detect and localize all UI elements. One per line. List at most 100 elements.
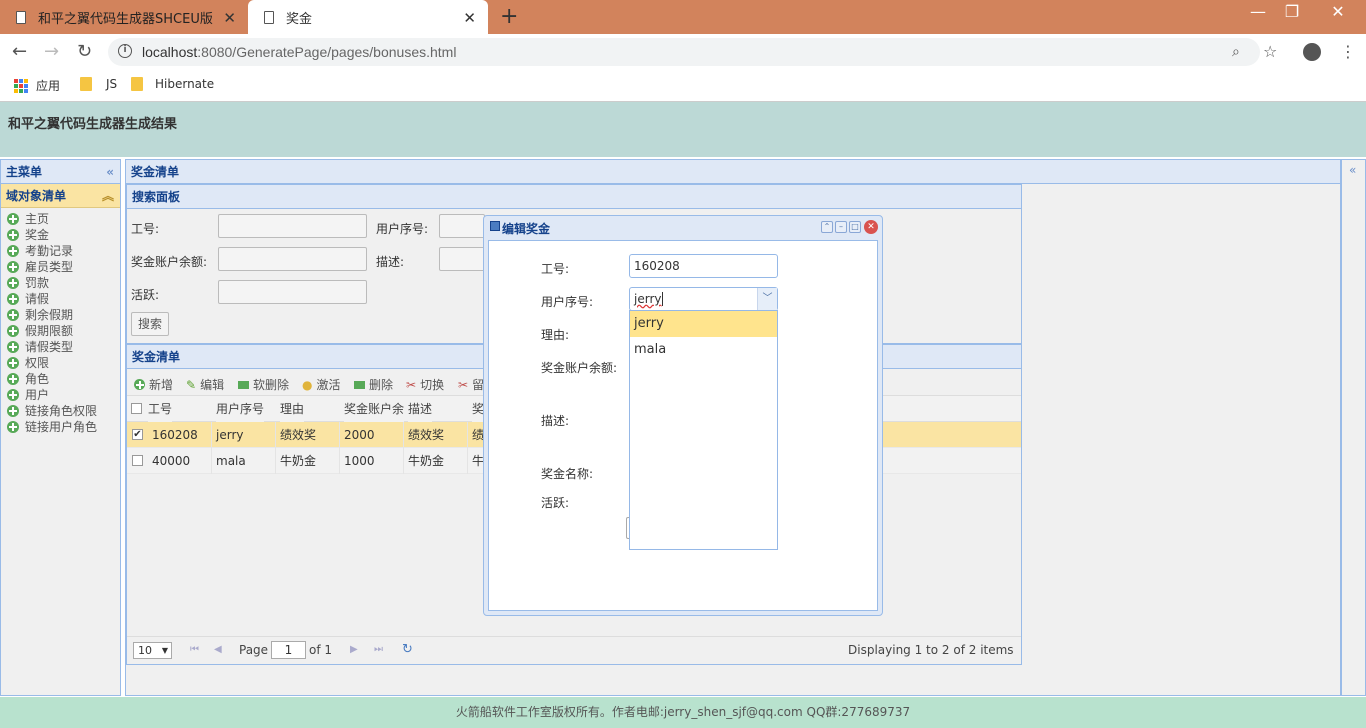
cell-desc: 牛奶金	[404, 448, 468, 474]
search-balance-input[interactable]	[218, 247, 367, 271]
empno-input[interactable]: 160208	[629, 254, 778, 278]
maximize-icon[interactable]: ❐	[1272, 0, 1312, 26]
bookmark-hibernate[interactable]: Hibernate	[131, 77, 214, 91]
col-desc[interactable]: 描述	[408, 396, 433, 422]
prev-page-icon[interactable]: ◀	[214, 644, 222, 655]
expand-right-icon[interactable]: «	[1349, 163, 1356, 177]
sidebar-item-label: 罚款	[25, 276, 50, 290]
dialog-title: 编辑奖金	[502, 222, 551, 236]
soft-delete-button[interactable]: 软删除	[238, 376, 289, 393]
toolbar-label: 新增	[149, 378, 174, 392]
sidebar-item-leave[interactable]: 请假	[1, 291, 120, 307]
sidebar-item-remaining-leave[interactable]: 剩余假期	[1, 307, 120, 323]
close-tab-icon[interactable]: ✕	[223, 9, 236, 27]
tab-title: 和平之翼代码生成器SHCEU版	[38, 11, 213, 27]
dropdown-option-mala[interactable]: mala	[630, 337, 777, 363]
sidebar-item-fine[interactable]: 罚款	[1, 275, 120, 291]
label-bonus-name: 奖金名称:	[541, 467, 594, 481]
search-user-input[interactable]	[439, 214, 485, 238]
plus-icon	[7, 357, 19, 369]
edit-button[interactable]: ✎ 编辑	[186, 376, 224, 393]
dropdown-arrow-icon[interactable]: ﹀	[757, 288, 777, 310]
sidebar-item-user[interactable]: 用户	[1, 387, 120, 403]
forward-icon[interactable]: →	[44, 41, 59, 62]
page-icon	[264, 10, 274, 24]
maximize-dialog-icon[interactable]: □	[849, 221, 861, 233]
refresh-icon[interactable]: ↻	[402, 642, 413, 657]
sidebar-item-home[interactable]: 主页	[1, 211, 120, 227]
add-button[interactable]: 新增	[134, 376, 173, 393]
row-checkbox[interactable]	[132, 455, 143, 466]
col-balance[interactable]: 奖金账户余	[344, 396, 405, 422]
url-rest: :8080/GeneratePage/pages/bonuses.html	[197, 44, 457, 60]
sidebar-item-label: 链接角色权限	[25, 404, 98, 418]
close-window-icon[interactable]: ✕	[1318, 0, 1358, 26]
collapse-icon[interactable]: ⌃	[821, 221, 833, 233]
col-empno[interactable]: 工号	[148, 396, 173, 422]
star-icon[interactable]: ☆	[1263, 42, 1277, 61]
user-combobox[interactable]: jerry ﹀	[629, 287, 778, 311]
browser-tab-generator[interactable]: 和平之翼代码生成器SHCEU版 ✕	[0, 0, 248, 34]
search-empno-input[interactable]	[218, 214, 367, 238]
first-page-icon[interactable]: ⏮	[190, 644, 199, 655]
cell-balance: 1000	[340, 448, 404, 474]
info-icon[interactable]: i	[118, 44, 132, 58]
menu-icon[interactable]: ⋮	[1340, 42, 1356, 61]
browser-tab-bonuses[interactable]: 奖金 ✕	[248, 0, 488, 34]
sidebar-item-leave-limit[interactable]: 假期限额	[1, 323, 120, 339]
back-icon[interactable]: ←	[12, 41, 27, 62]
collapse-up-icon[interactable]: ︽	[102, 184, 114, 208]
pencil-icon: ✎	[186, 377, 197, 392]
search-button[interactable]: 搜索	[131, 312, 170, 336]
last-page-icon[interactable]: ⏭	[374, 644, 383, 655]
bookmark-label: 应用	[36, 79, 61, 93]
plus-icon	[7, 325, 19, 337]
keep-button[interactable]: ✂ 留	[458, 376, 484, 393]
pager-display-text: Displaying 1 to 2 of 2 items	[848, 643, 1014, 657]
sidebar-item-link-user-role[interactable]: 链接用户角色	[1, 419, 120, 435]
minimize-dialog-icon[interactable]: –	[835, 221, 847, 233]
close-dialog-icon[interactable]: ✕	[864, 220, 878, 234]
dropdown-option-jerry[interactable]: jerry	[630, 311, 777, 337]
select-all-checkbox[interactable]	[131, 403, 142, 414]
col-reason[interactable]: 理由	[280, 396, 305, 422]
sidebar-item-role[interactable]: 角色	[1, 371, 120, 387]
sidebar-item-attendance[interactable]: 考勤记录	[1, 243, 120, 259]
toggle-button[interactable]: ✂ 切换	[406, 376, 444, 393]
profile-icon[interactable]	[1303, 43, 1321, 61]
page-number-input[interactable]: 1	[271, 641, 306, 659]
sidebar-item-label: 用户	[25, 388, 50, 402]
new-tab-icon[interactable]: +	[500, 4, 518, 29]
delete-button[interactable]: 删除	[354, 376, 393, 393]
col-user[interactable]: 用户序号	[216, 396, 265, 422]
reload-icon[interactable]: ↻	[77, 41, 92, 62]
sidebar-item-employee-type[interactable]: 雇员类型	[1, 259, 120, 275]
sidebar-item-link-role-permission[interactable]: 链接角色权限	[1, 403, 120, 419]
next-page-icon[interactable]: ▶	[350, 644, 358, 655]
sidebar-item-leave-type[interactable]: 请假类型	[1, 339, 120, 355]
url-text[interactable]: localhost:8080/GeneratePage/pages/bonuse…	[142, 44, 456, 60]
domain-list-header[interactable]: 域对象清单 ︽	[1, 184, 120, 208]
bookmark-apps[interactable]: 应用	[14, 77, 60, 94]
plus-icon	[7, 421, 19, 433]
search-panel-header: 搜索面板	[127, 185, 1021, 209]
sidebar-item-permission[interactable]: 权限	[1, 355, 120, 371]
cell-empno: 40000	[148, 448, 212, 474]
domain-list-title: 域对象清单	[6, 189, 67, 203]
sidebar-item-label: 权限	[25, 356, 50, 370]
activate-button[interactable]: ● 激活	[302, 376, 341, 393]
row-checkbox[interactable]: ✔	[132, 429, 143, 440]
search-desc-input[interactable]	[439, 247, 485, 271]
app-header	[0, 102, 1366, 157]
plus-icon	[7, 373, 19, 385]
close-tab-icon[interactable]: ✕	[463, 9, 476, 27]
bookmark-js[interactable]: JS	[80, 77, 117, 91]
zoom-icon[interactable]: ⌕	[1232, 44, 1240, 60]
sidebar-item-bonus[interactable]: 奖金	[1, 227, 120, 243]
search-active-input[interactable]	[218, 280, 367, 304]
sidebar-item-label: 链接用户角色	[25, 420, 98, 434]
collapse-left-icon[interactable]: «	[106, 160, 114, 184]
sidebar-item-label: 主页	[25, 212, 50, 226]
search-label-user: 用户序号:	[376, 222, 429, 236]
page-size-select[interactable]: 10 ▼	[133, 642, 172, 659]
